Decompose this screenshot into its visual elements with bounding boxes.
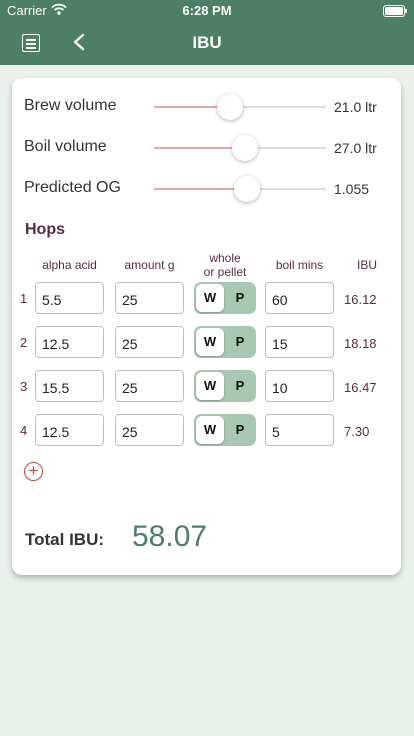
- ibu-value: 16.12: [344, 292, 377, 307]
- hop-row: 2 12.5 25 W P 15 18.18: [12, 326, 401, 360]
- slider-label: Predicted OG: [24, 179, 121, 196]
- slider-label: Brew volume: [24, 97, 117, 114]
- slider-value: 1.055: [334, 181, 370, 197]
- boil-mins-input[interactable]: 10: [265, 370, 334, 402]
- boil-mins-input[interactable]: 60: [265, 282, 334, 314]
- slider-track[interactable]: [154, 135, 326, 161]
- slider-track[interactable]: [154, 94, 326, 120]
- column-header-boil: boil mins: [275, 258, 324, 272]
- column-header-alpha-acid: alpha acid: [42, 258, 97, 272]
- slider-value: 21.0 ltr: [334, 99, 377, 115]
- pellet-option[interactable]: P: [226, 372, 254, 400]
- slider-thumb[interactable]: [216, 94, 243, 120]
- boil-volume-slider[interactable]: Boil volume 27.0 ltr: [24, 133, 394, 163]
- whole-pellet-toggle[interactable]: W P: [194, 326, 256, 358]
- row-number: 4: [20, 423, 28, 438]
- battery-icon: [383, 5, 407, 17]
- page-title: IBU: [192, 33, 222, 52]
- add-hop-button[interactable]: +: [24, 462, 43, 481]
- ibu-value: 7.30: [344, 424, 370, 439]
- column-header-form: whole or pellet: [192, 251, 258, 279]
- whole-option[interactable]: W: [196, 416, 224, 444]
- amount-input[interactable]: 25: [115, 414, 184, 446]
- slider-thumb[interactable]: [233, 176, 260, 202]
- hop-row: 4 12.5 25 W P 5 7.30: [12, 414, 401, 448]
- alpha-acid-input[interactable]: 12.5: [35, 414, 104, 446]
- ibu-value: 16.47: [344, 380, 377, 395]
- hops-heading: Hops: [25, 221, 65, 238]
- pellet-option[interactable]: P: [226, 416, 254, 444]
- total-ibu-value: 58.07: [132, 520, 208, 553]
- status-time: 6:28 PM: [182, 3, 232, 18]
- column-header-form-line1: whole: [209, 251, 241, 265]
- hop-row: 1 5.5 25 W P 60 16.12: [12, 282, 401, 316]
- whole-pellet-toggle[interactable]: W P: [194, 370, 256, 402]
- ibu-value: 18.18: [344, 336, 377, 351]
- pellet-option[interactable]: P: [226, 284, 254, 312]
- whole-pellet-toggle[interactable]: W P: [194, 282, 256, 314]
- total-ibu-label: Total IBU:: [25, 530, 105, 549]
- boil-mins-input[interactable]: 5: [265, 414, 334, 446]
- pellet-option[interactable]: P: [226, 328, 254, 356]
- column-header-form-line2: or pellet: [203, 265, 247, 279]
- status-bar: Carrier 6:28 PM: [0, 0, 414, 22]
- boil-mins-input[interactable]: 15: [265, 326, 334, 358]
- row-number: 3: [20, 379, 28, 394]
- hop-row: 3 15.5 25 W P 10 16.47: [12, 370, 401, 404]
- whole-option[interactable]: W: [196, 284, 224, 312]
- slider-track[interactable]: [154, 176, 326, 202]
- whole-option[interactable]: W: [196, 372, 224, 400]
- alpha-acid-input[interactable]: 5.5: [35, 282, 104, 314]
- slider-fill: [154, 188, 247, 190]
- navigation-bar: IBU: [0, 22, 414, 65]
- column-header-amount: amount g: [124, 258, 175, 272]
- column-header-ibu: IBU: [356, 258, 377, 272]
- ibu-card: Brew volume 21.0 ltr Boil volume 27.0 lt…: [12, 78, 401, 575]
- brew-volume-slider[interactable]: Brew volume 21.0 ltr: [24, 92, 394, 122]
- alpha-acid-input[interactable]: 15.5: [35, 370, 104, 402]
- predicted-og-slider[interactable]: Predicted OG 1.055: [24, 174, 394, 204]
- alpha-acid-input[interactable]: 12.5: [35, 326, 104, 358]
- amount-input[interactable]: 25: [115, 282, 184, 314]
- slider-thumb[interactable]: [232, 135, 259, 161]
- amount-input[interactable]: 25: [115, 326, 184, 358]
- plus-circle-icon: +: [28, 461, 39, 480]
- slider-label: Boil volume: [24, 138, 107, 155]
- whole-pellet-toggle[interactable]: W P: [194, 414, 256, 446]
- slider-value: 27.0 ltr: [334, 140, 377, 156]
- row-number: 2: [20, 335, 28, 350]
- whole-option[interactable]: W: [196, 328, 224, 356]
- amount-input[interactable]: 25: [115, 370, 184, 402]
- row-number: 1: [20, 291, 28, 306]
